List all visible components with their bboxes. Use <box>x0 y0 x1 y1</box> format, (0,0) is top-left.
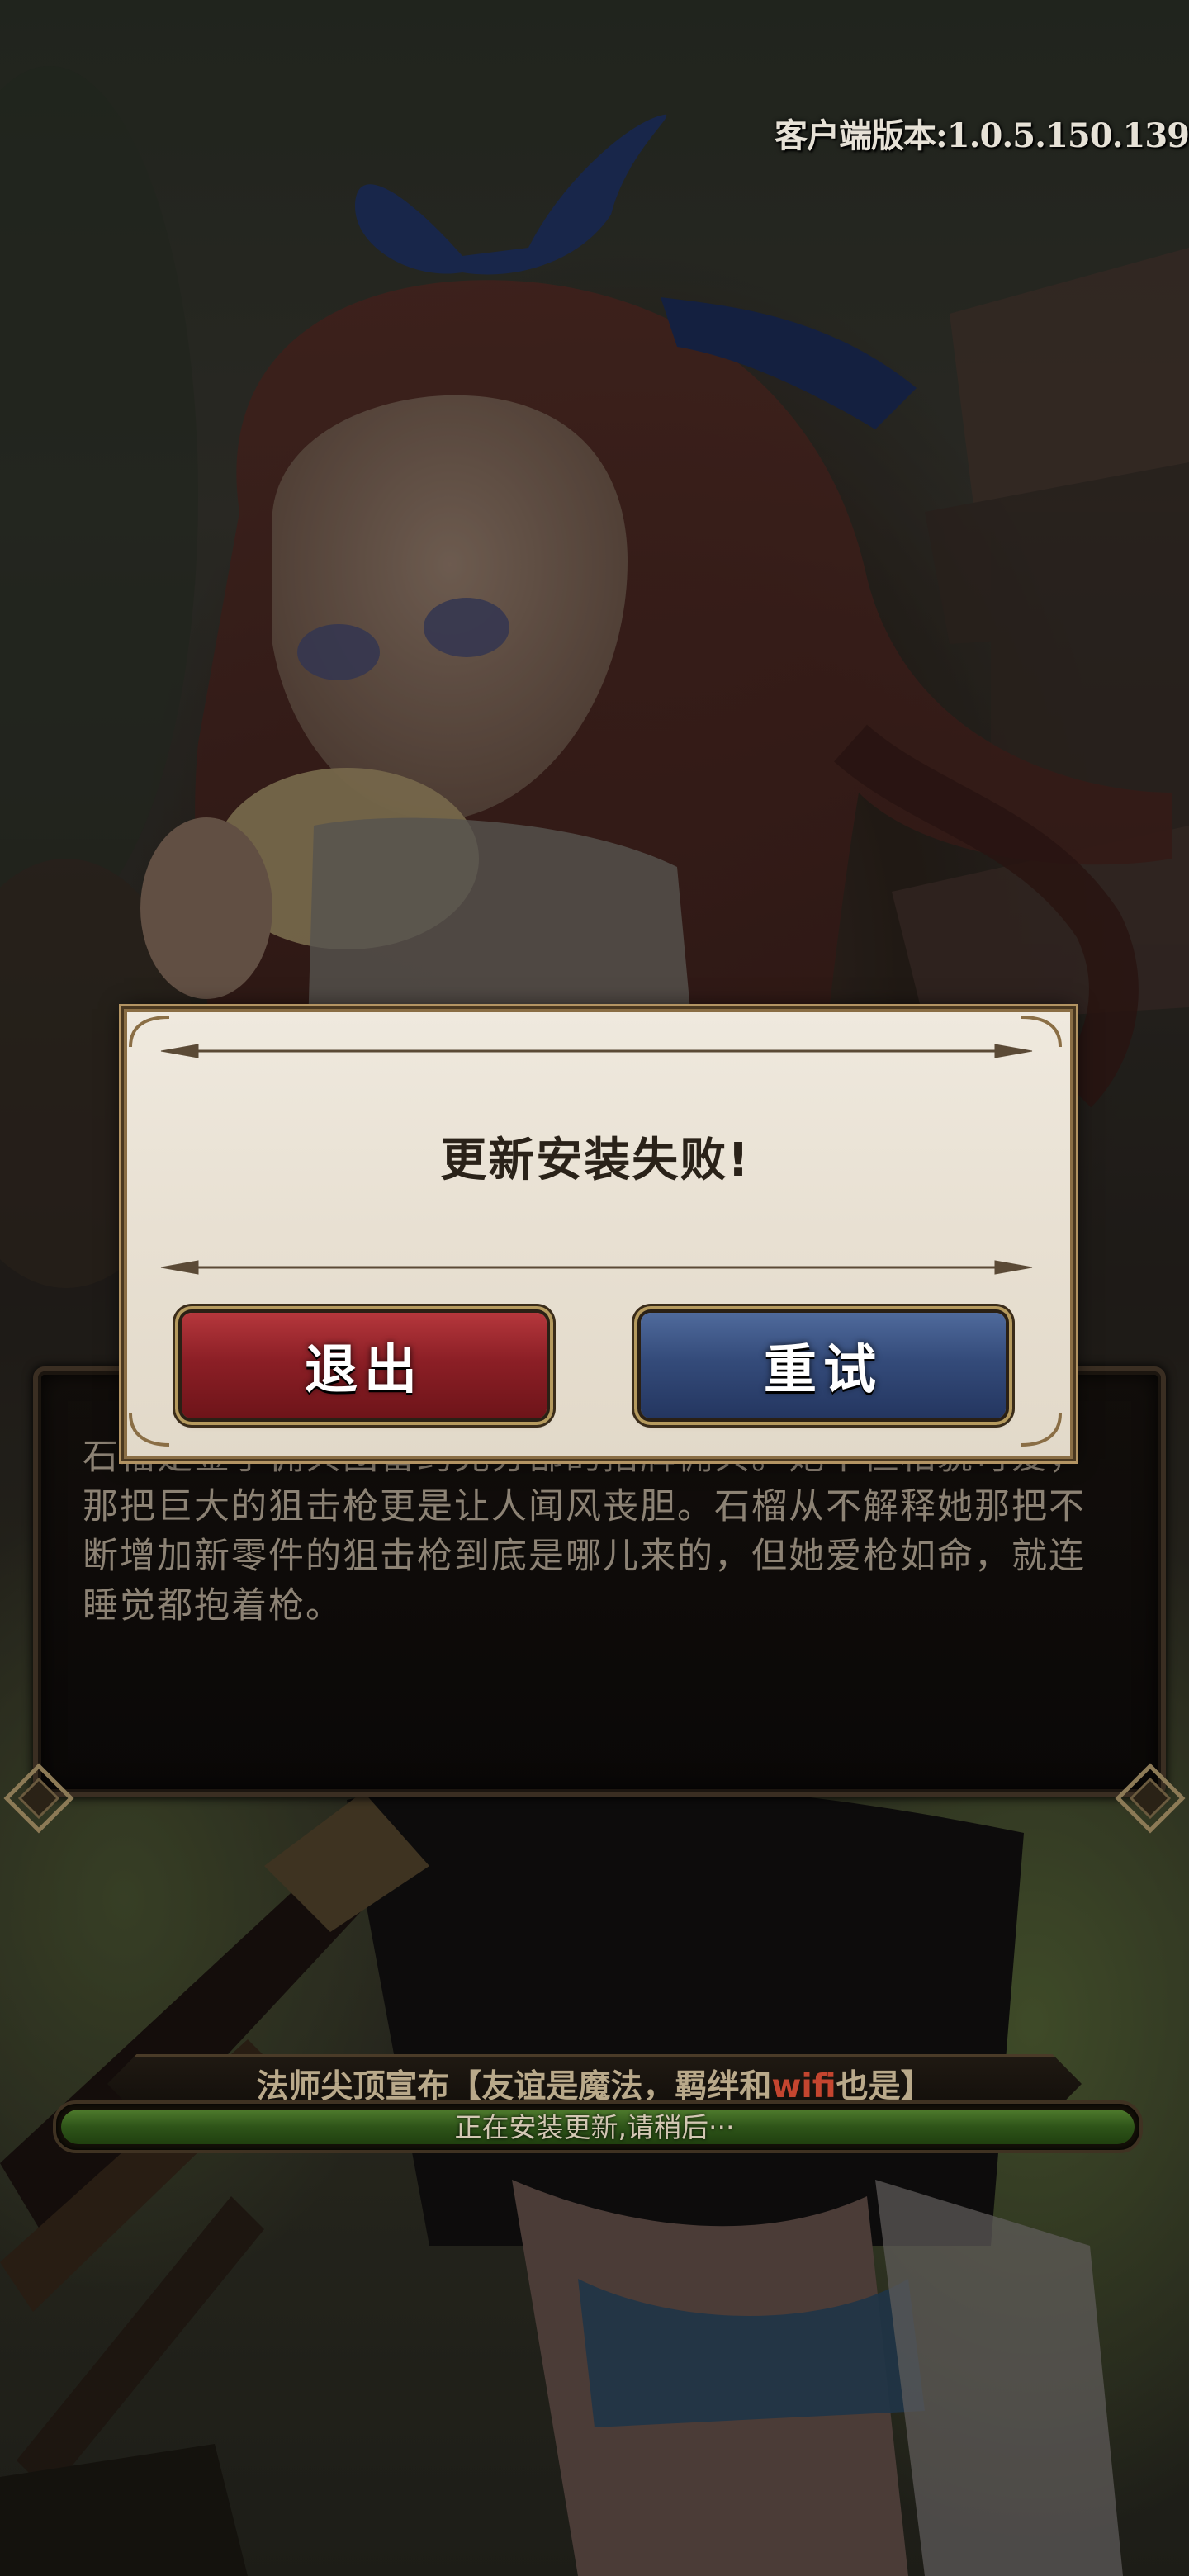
install-status-text: 正在安装更新,请稍后··· <box>454 2111 735 2143</box>
right-ornament-icon <box>1115 1763 1186 1834</box>
left-ornament-icon <box>3 1763 74 1834</box>
retry-button-label: 重试 <box>764 1340 883 1401</box>
character-description-text: 石榴是金手佣兵团雷约克分部的招牌佣兵。她不但相貌可爱，那把巨大的狙击枪更是让人闻… <box>83 1437 1086 1627</box>
client-version-label: 客户端版本:1.0.5.150.139 <box>775 116 1189 155</box>
exit-button-label: 退出 <box>305 1340 424 1401</box>
retry-button[interactable]: 重试 <box>641 1313 1006 1418</box>
exit-button[interactable]: 退出 <box>182 1313 547 1418</box>
dialog-message: 更新安装失败! <box>440 1134 751 1187</box>
game-screen: 客户端版本:1.0.5.150.139 石榴是金手佣兵团雷约克分部的招牌佣兵。她… <box>0 0 1189 2576</box>
